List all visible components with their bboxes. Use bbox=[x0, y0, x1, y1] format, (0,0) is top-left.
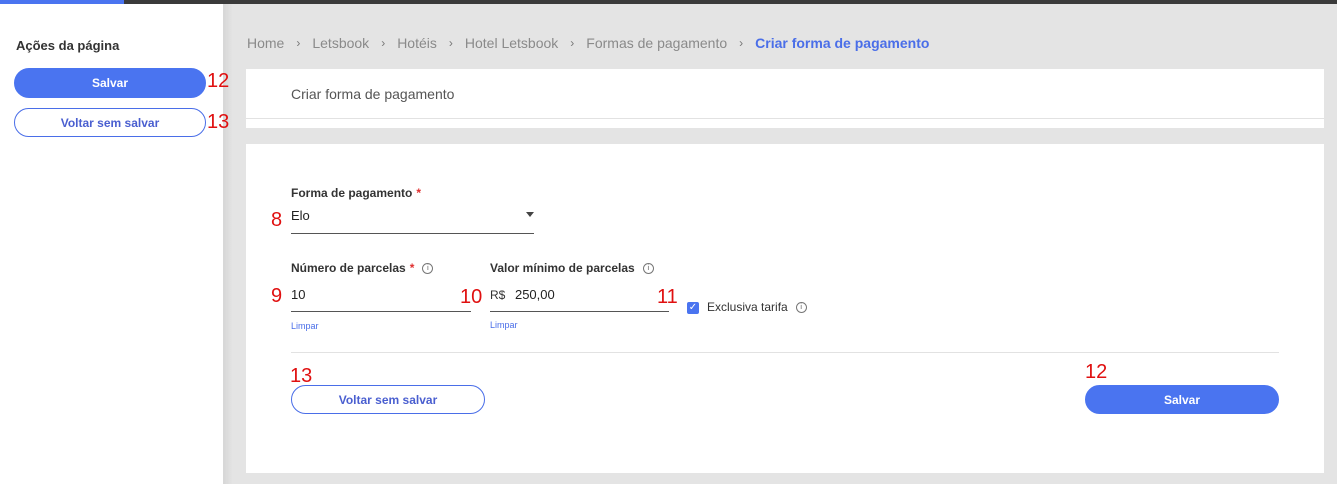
info-icon[interactable]: i bbox=[422, 263, 434, 275]
min-installment-value-input[interactable]: R$ 250,00 bbox=[490, 287, 669, 312]
breadcrumb-item-payment-methods[interactable]: Formas de pagamento bbox=[586, 35, 727, 51]
annotation-marker: 12 bbox=[207, 70, 230, 92]
breadcrumb-item-hotels[interactable]: Hotéis bbox=[397, 35, 437, 51]
annotation-marker: 8 bbox=[271, 209, 283, 231]
installments-value: 10 bbox=[291, 287, 306, 302]
back-without-saving-button[interactable]: Voltar sem salvar bbox=[291, 385, 485, 414]
annotation-marker: 12 bbox=[1085, 361, 1108, 383]
installments-label: Número de parcelas * i bbox=[291, 261, 434, 275]
chevron-right-icon: › bbox=[570, 36, 575, 50]
page-title: Criar forma de pagamento bbox=[291, 86, 455, 102]
payment-method-select[interactable]: Elo bbox=[291, 208, 534, 234]
sidebar-title: Ações da página bbox=[16, 38, 120, 53]
installments-input[interactable]: 10 bbox=[291, 287, 471, 312]
annotation-marker: 11 bbox=[657, 286, 678, 308]
min-installment-value-label: Valor mínimo de parcelas i bbox=[490, 261, 654, 275]
required-mark: * bbox=[416, 186, 422, 200]
currency-prefix: R$ bbox=[490, 288, 506, 302]
payment-method-label: Forma de pagamento * bbox=[291, 186, 422, 200]
required-mark: * bbox=[409, 261, 415, 275]
installments-clear-link[interactable]: Limpar bbox=[291, 321, 319, 331]
sidebar-save-button[interactable]: Salvar bbox=[14, 68, 206, 98]
save-button[interactable]: Salvar bbox=[1085, 385, 1279, 414]
chevron-right-icon: › bbox=[296, 36, 301, 50]
form-card: Forma de pagamento * Elo Número de parcel… bbox=[246, 144, 1324, 473]
form-divider bbox=[291, 352, 1279, 353]
breadcrumb: Home › Letsbook › Hotéis › Hotel Letsboo… bbox=[247, 35, 929, 51]
annotation-marker: 13 bbox=[290, 365, 313, 387]
chevron-right-icon: › bbox=[448, 36, 453, 50]
exclusive-rate-checkbox[interactable]: ✓ bbox=[687, 302, 699, 314]
payment-method-value: Elo bbox=[291, 208, 310, 223]
breadcrumb-current: Criar forma de pagamento bbox=[755, 35, 930, 51]
breadcrumb-item-hotel-letsbook[interactable]: Hotel Letsbook bbox=[465, 35, 558, 51]
chevron-right-icon: › bbox=[381, 36, 386, 50]
exclusive-rate-label: Exclusiva tarifa i bbox=[707, 300, 807, 314]
page-header-card: Criar forma de pagamento bbox=[246, 69, 1324, 128]
annotation-marker: 10 bbox=[460, 286, 483, 308]
min-installment-value-clear-link[interactable]: Limpar bbox=[490, 320, 518, 330]
breadcrumb-item-letsbook[interactable]: Letsbook bbox=[312, 35, 369, 51]
chevron-right-icon: › bbox=[739, 36, 744, 50]
annotation-marker: 13 bbox=[207, 111, 230, 133]
breadcrumb-item-home[interactable]: Home bbox=[247, 35, 284, 51]
info-icon[interactable]: i bbox=[642, 263, 654, 275]
page-actions-sidebar: Ações da página Salvar Voltar sem salvar bbox=[0, 4, 223, 484]
sidebar-back-without-saving-button[interactable]: Voltar sem salvar bbox=[14, 108, 206, 137]
min-installment-value: 250,00 bbox=[514, 287, 555, 302]
annotation-marker: 9 bbox=[271, 285, 283, 307]
header-divider bbox=[246, 118, 1324, 119]
info-icon[interactable]: i bbox=[795, 302, 807, 314]
caret-down-icon bbox=[526, 212, 534, 217]
